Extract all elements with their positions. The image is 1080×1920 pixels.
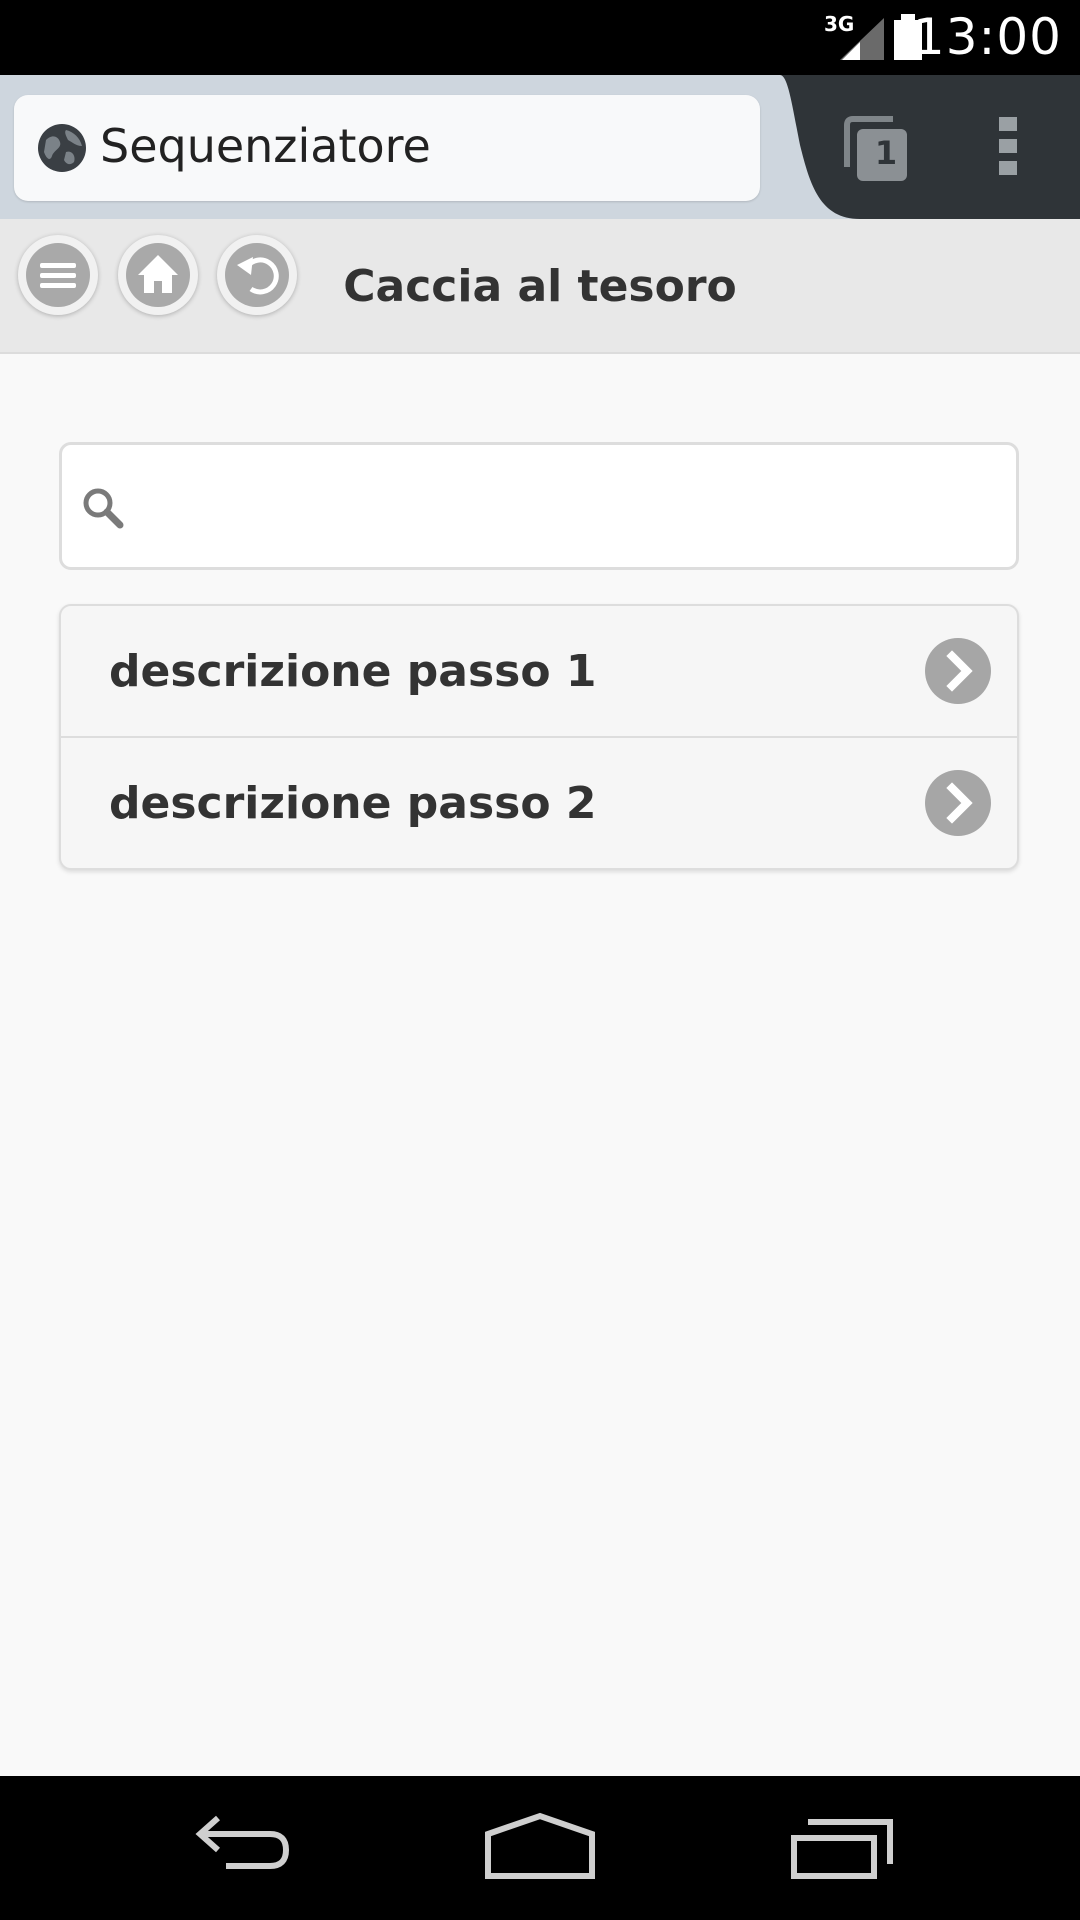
search-input[interactable]: [142, 465, 996, 549]
overflow-menu-icon[interactable]: [990, 115, 1026, 177]
clock: 13:00: [912, 8, 1062, 66]
search-icon: [83, 488, 124, 529]
url-text: Sequenziatore: [100, 119, 431, 173]
system-nav-bar: [0, 1776, 1080, 1920]
browser-tabs-area: [780, 75, 1080, 219]
address-bar[interactable]: Sequenziatore: [14, 95, 760, 201]
list-item-label: descrizione passo 2: [109, 778, 597, 829]
list-item-label: descrizione passo 1: [109, 646, 597, 697]
back-nav-icon[interactable]: [186, 1812, 292, 1882]
signal-icon: [840, 18, 884, 60]
status-bar: 3G 13:00: [0, 0, 1080, 75]
page-title: Caccia al tesoro: [343, 261, 737, 312]
chevron-right-icon: [925, 638, 991, 704]
step-list: descrizione passo 1 descrizione passo 2: [59, 604, 1019, 870]
tab-count: 1: [874, 134, 898, 172]
home-nav-icon[interactable]: [484, 1812, 596, 1882]
search-field[interactable]: [59, 442, 1019, 570]
app-header: Caccia al tesoro: [0, 219, 1080, 354]
chevron-right-icon: [925, 770, 991, 836]
recent-apps-icon[interactable]: [790, 1812, 896, 1882]
list-item[interactable]: descrizione passo 1: [61, 606, 1017, 738]
list-item[interactable]: descrizione passo 2: [61, 738, 1017, 868]
globe-icon: [38, 124, 86, 172]
